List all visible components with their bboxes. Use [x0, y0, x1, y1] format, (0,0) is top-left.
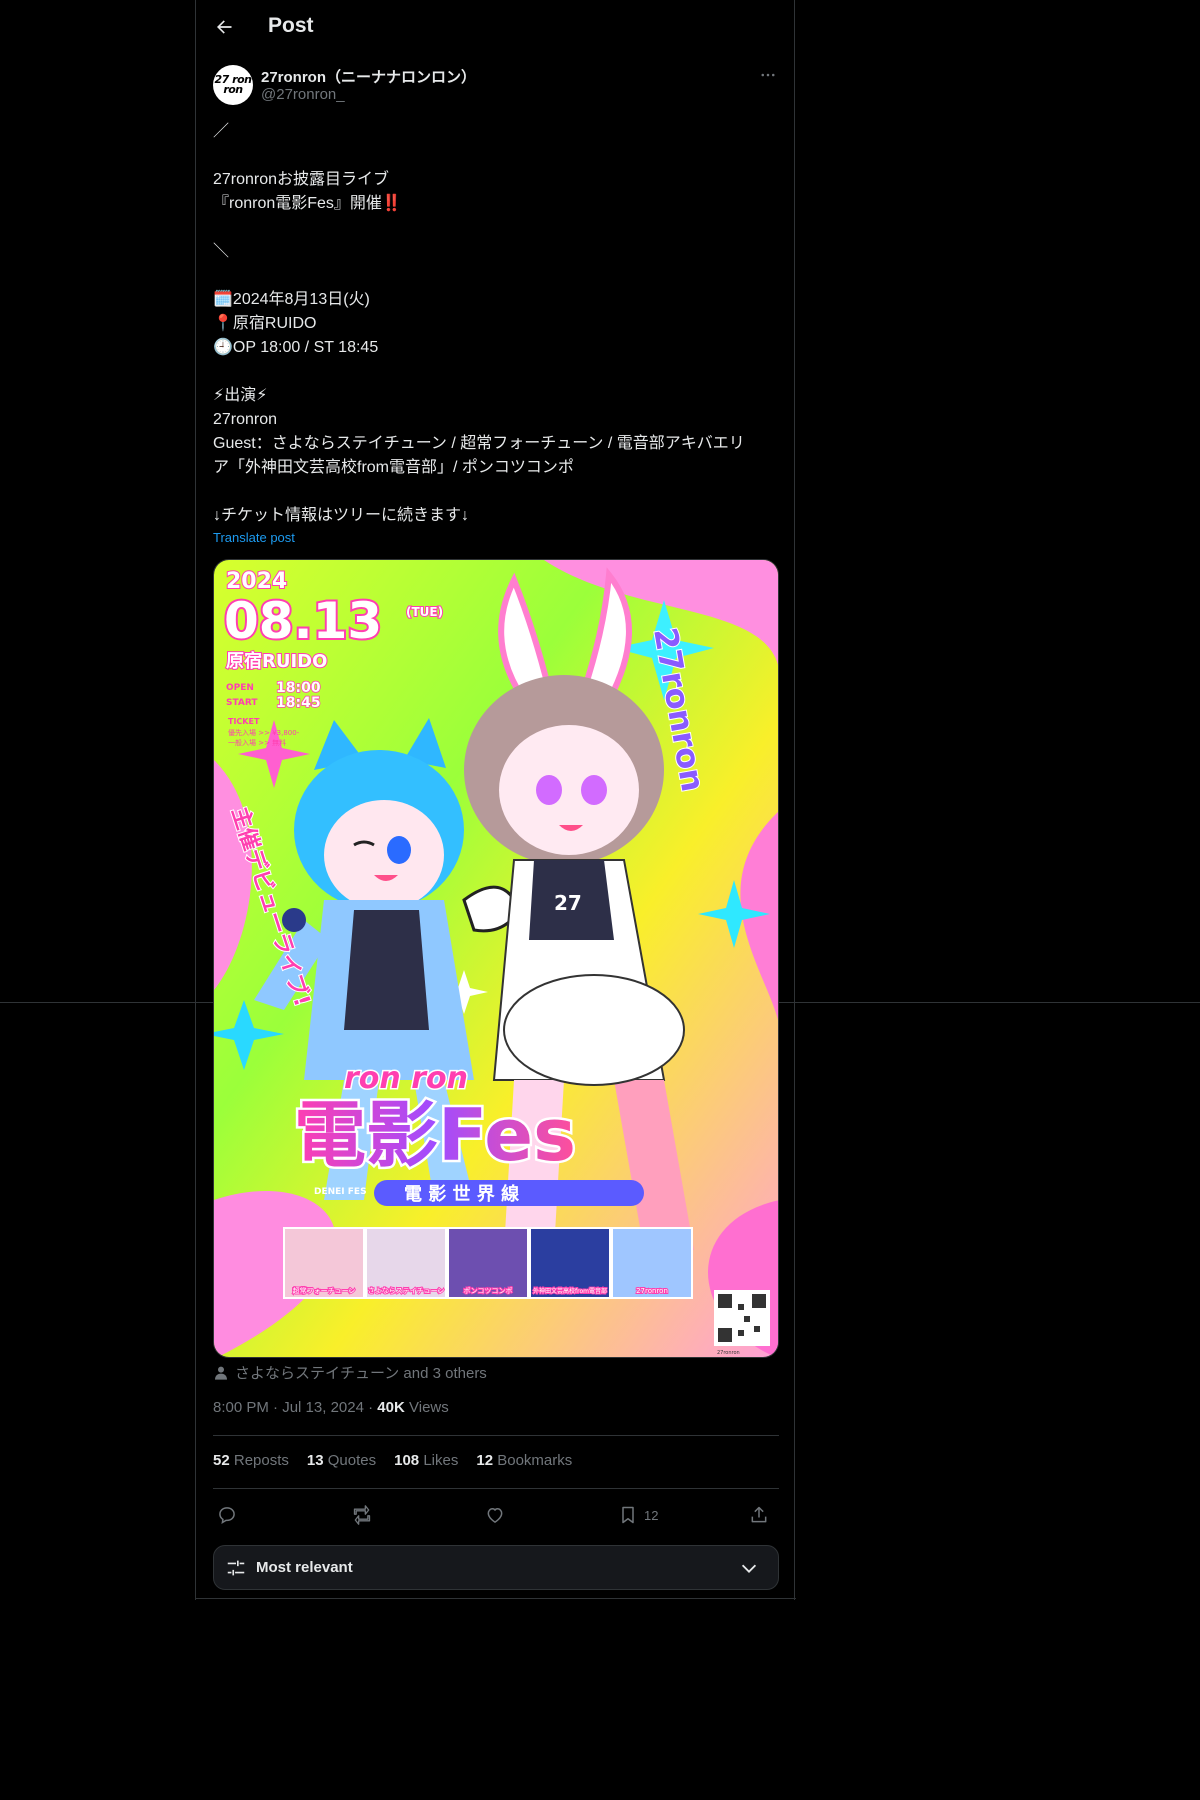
tweet-line	[213, 360, 781, 384]
poster-lineup: 超常フォーチューン さよならステイチューン ポンコツコンポ 外神田文芸高校fro…	[283, 1227, 693, 1299]
chevron-down-icon	[741, 1564, 757, 1573]
tweet-line	[213, 480, 781, 504]
author-display-name[interactable]: 27ronron（ニーナナロンロン）	[261, 66, 476, 87]
reply-icon	[219, 1507, 235, 1524]
poster-logo-romaji: DENEI FES	[314, 1187, 367, 1197]
page-title: Post	[268, 14, 314, 37]
divider	[213, 1488, 779, 1489]
more-options-button[interactable]	[757, 64, 779, 86]
poster-ticket-line2: 一般入場 >> 無料	[228, 738, 286, 747]
poster-open-label: OPEN	[226, 683, 254, 693]
reposts-count: 52	[213, 1452, 230, 1469]
poster-ticket-line1: 優先入場 >> ¥3,800-	[228, 728, 300, 737]
action-bar: 12	[213, 1500, 779, 1530]
more-horizontal-icon	[761, 73, 775, 77]
divider	[196, 1598, 796, 1599]
post-time[interactable]: 8:00 PM	[213, 1399, 269, 1416]
tweet-line: 🕘OP 18:00 / ST 18:45	[213, 339, 379, 356]
poster-date: 08.13	[224, 592, 382, 650]
share-icon	[751, 1506, 767, 1523]
share-button[interactable]	[749, 1503, 769, 1527]
like-button[interactable]	[485, 1503, 505, 1527]
bookmark-icon	[622, 1506, 634, 1524]
tweet-line: 『ronron電影Fes』開催‼️	[213, 195, 402, 212]
meta-dot: ·	[273, 1399, 279, 1416]
meta-dot: ·	[368, 1399, 374, 1416]
poster-logo-top: ron ron	[344, 1061, 468, 1096]
tagged-users[interactable]: さよならステイチューン and 3 others	[213, 1362, 487, 1383]
author-handle[interactable]: @27ronron_	[261, 86, 345, 103]
bookmarks-stat[interactable]: 12 Bookmarks	[476, 1452, 572, 1476]
tweet-line: 27ronronお披露目ライブ	[213, 171, 390, 188]
tweet-line: ⚡出演⚡	[213, 387, 268, 404]
person-icon	[215, 1366, 227, 1380]
tweet-line: ＼	[213, 243, 230, 260]
poster-lineup-name: 超常フォーチューン	[293, 1286, 356, 1295]
header: Post	[196, 0, 796, 54]
bookmarks-label: Bookmarks	[497, 1452, 573, 1469]
poster-year: 2024	[226, 569, 287, 594]
bookmark-button[interactable]: 12	[618, 1503, 658, 1527]
poster-ticket-label: TICKET	[228, 717, 260, 726]
reply-sort-dropdown[interactable]: Most relevant	[213, 1545, 779, 1590]
tweet-line: ／	[213, 123, 230, 140]
bookmark-count: 12	[644, 1507, 659, 1523]
poster-lineup-name: 27ronron	[636, 1287, 668, 1295]
sort-sliders-icon	[227, 1560, 245, 1576]
post-meta: 8:00 PM · Jul 13, 2024 · 40K Views	[213, 1399, 449, 1416]
repost-button[interactable]	[351, 1503, 373, 1527]
arrow-left-icon	[217, 20, 232, 34]
tweet-line: ア「外神田文芸高校from電音部」/ ポンコツコンポ	[213, 459, 574, 476]
poster-lineup-name: さよならステイチューン	[368, 1287, 445, 1295]
likes-stat[interactable]: 108 Likes	[394, 1452, 458, 1476]
reposts-stat[interactable]: 52 Reposts	[213, 1452, 289, 1476]
poster-qr-caption: 27ronron	[717, 1350, 740, 1356]
reply-button[interactable]	[217, 1503, 237, 1527]
poster-start-time: 18:45	[276, 695, 321, 711]
poster-venue: 原宿RUIDO	[226, 650, 327, 672]
poster-lineup-name: 外神田文芸高校from電音部	[533, 1287, 607, 1295]
svg-text:27: 27	[554, 891, 582, 915]
tweet-line: 🗓️2024年8月13日(火)	[213, 291, 370, 308]
author-row: 27 ron ron 27ronron（ニーナナロンロン） @27ronron_	[213, 64, 779, 106]
sort-label: Most relevant	[256, 1559, 353, 1576]
poster-logo-sub: 電 影 世 界 線	[404, 1183, 519, 1205]
bookmarks-count: 12	[476, 1452, 494, 1469]
quotes-count: 13	[306, 1452, 324, 1469]
quotes-stat[interactable]: 13 Quotes	[307, 1452, 376, 1476]
poster-day: (TUE)	[406, 605, 443, 619]
avatar-logo: 27 ron ron	[214, 73, 252, 96]
tweet-line	[213, 216, 781, 240]
reposts-label: Reposts	[233, 1452, 289, 1469]
tweet-line: 📍原宿RUIDO	[213, 315, 317, 332]
tweet-line: Guest：さよならステイチューン / 超常フォーチューン / 電音部アキバエリ	[213, 435, 745, 452]
views-label: Views	[409, 1399, 449, 1416]
post-date[interactable]: Jul 13, 2024	[282, 1399, 364, 1416]
repost-icon	[353, 1505, 371, 1525]
avatar[interactable]: 27 ron ron	[213, 65, 253, 105]
main-column: Post 27 ron ron 27ronron（ニーナナロンロン） @27ro…	[195, 0, 796, 1600]
tweet-line	[213, 144, 781, 168]
tagged-text: さよならステイチューン and 3 others	[235, 1365, 487, 1382]
tweet-line	[213, 264, 781, 288]
likes-label: Likes	[423, 1452, 459, 1469]
divider	[213, 1435, 779, 1436]
poster-lineup-name: ポンコツコンポ	[464, 1287, 513, 1295]
back-button[interactable]	[210, 13, 238, 41]
poster-logo-main: 電影Fes	[294, 1093, 576, 1177]
event-poster: 27 2024 08.13 (TUE) 原宿RUIDO OPEN 18:00 S…	[214, 560, 778, 1357]
tweet-line: 27ronron	[213, 411, 278, 428]
poster-start-label: START	[226, 698, 258, 708]
tweet-text: ／ 27ronronお披露目ライブ 『ronron電影Fes』開催‼️ ＼ 🗓️…	[213, 120, 781, 528]
translate-post-link[interactable]: Translate post	[213, 530, 295, 545]
views-count: 40K	[377, 1399, 405, 1416]
quotes-label: Quotes	[327, 1452, 377, 1469]
heart-icon	[487, 1508, 503, 1523]
poster-open-time: 18:00	[276, 680, 321, 696]
tweet-media-image[interactable]: 27 2024 08.13 (TUE) 原宿RUIDO OPEN 18:00 S…	[213, 559, 779, 1358]
engagement-stats: 52 Reposts 13 Quotes 108 Likes 12 Bookma…	[213, 1452, 572, 1476]
likes-count: 108	[394, 1452, 420, 1469]
tweet-line: ↓チケット情報はツリーに続きます↓	[213, 507, 470, 524]
